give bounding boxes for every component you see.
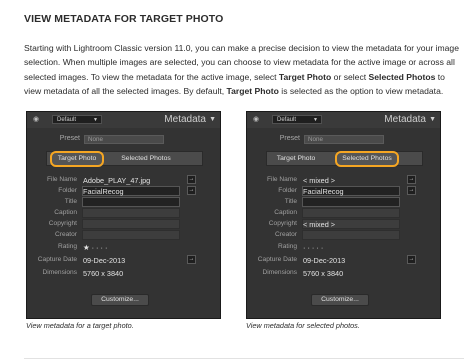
metadata-field[interactable] <box>82 219 180 229</box>
action-arrow-icon[interactable]: → <box>187 175 196 184</box>
metadata-label: Title <box>284 198 297 205</box>
view-mode-tabs: Target Photo Selected Photos <box>266 151 423 167</box>
figure-caption: View metadata for selected photos. <box>246 321 360 330</box>
eye-icon[interactable]: ◉ <box>253 116 263 124</box>
paragraph-bold: Target Photo <box>278 71 332 82</box>
metadata-row: Creator <box>247 230 440 242</box>
action-arrow-icon[interactable]: → <box>187 186 196 195</box>
intro-paragraph: Starting with Lightroom Classic version … <box>24 41 464 98</box>
metadata-label: Rating <box>277 243 297 250</box>
metadata-value: 09-Dec-2013 <box>83 256 126 265</box>
metadata-label: Creator <box>275 231 297 238</box>
chevron-down-icon: ▼ <box>313 117 318 123</box>
header-preset-select[interactable]: Default ▼ <box>52 115 102 124</box>
figure-caption: View metadata for a target photo. <box>26 321 134 330</box>
metadata-label: Copyright <box>268 220 297 227</box>
metadata-row: Dimensions 5760 x 3840 <box>247 269 440 280</box>
metadata-value: < mixed > <box>303 176 336 185</box>
metadata-field[interactable] <box>302 230 400 240</box>
metadata-label: Dimensions <box>42 269 77 276</box>
header-preset-value: Default <box>57 117 77 123</box>
paragraph-bold: Selected Photos <box>368 71 436 82</box>
metadata-label: Folder <box>58 187 77 194</box>
metadata-row: Rating · · · · · <box>247 243 440 254</box>
preset-select[interactable]: None <box>304 135 384 144</box>
metadata-label: File Name <box>266 176 297 183</box>
metadata-row: Creator <box>27 230 220 242</box>
metadata-label: Capture Date <box>257 256 297 263</box>
paragraph-text: or select <box>331 71 369 82</box>
panel-header: ◉ Default ▼ Metadata ▼ <box>27 112 220 128</box>
metadata-label: File Name <box>46 176 77 183</box>
panel-title: Metadata <box>164 114 206 125</box>
customize-button[interactable]: Customize... <box>91 294 149 306</box>
action-arrow-icon[interactable]: → <box>407 186 416 195</box>
divider <box>24 358 464 359</box>
metadata-label: Copyright <box>48 220 77 227</box>
customize-button[interactable]: Customize... <box>311 294 369 306</box>
section-heading: VIEW METADATA FOR TARGET PHOTO <box>24 13 224 25</box>
metadata-field[interactable] <box>302 197 400 207</box>
metadata-value: 09-Dec-2013 <box>303 256 346 265</box>
metadata-label: Caption <box>54 209 77 216</box>
metadata-label: Rating <box>57 243 77 250</box>
metadata-value: 5760 x 3840 <box>83 269 124 278</box>
metadata-panel-selected: ◉ Default ▼ Metadata ▼ Preset None Target Photo… <box>246 111 441 319</box>
metadata-value[interactable]: < mixed > <box>303 220 335 229</box>
metadata-value: FacialRecog <box>83 187 124 196</box>
preset-label: Preset <box>59 135 80 142</box>
action-arrow-icon[interactable]: → <box>407 175 416 184</box>
metadata-label: Dimensions <box>262 269 297 276</box>
metadata-row: Capture Date 09-Dec-2013 → <box>27 255 220 267</box>
tab-selected-photos[interactable]: Selected Photos <box>335 151 399 167</box>
preset-row: Preset None <box>27 134 220 146</box>
metadata-field[interactable] <box>82 197 180 207</box>
tab-target-photo[interactable]: Target Photo <box>50 151 104 167</box>
chevron-down-icon: ▼ <box>93 117 98 123</box>
metadata-field[interactable] <box>82 208 180 218</box>
metadata-value: ★ · · · · <box>83 243 108 252</box>
action-arrow-icon[interactable]: → <box>407 255 416 264</box>
metadata-panel-target: ◉ Default ▼ Metadata ▼ Preset None Target Photo… <box>26 111 221 319</box>
metadata-row: Rating ★ · · · · <box>27 243 220 254</box>
metadata-label: Creator <box>55 231 77 238</box>
metadata-field[interactable] <box>302 208 400 218</box>
metadata-label: Folder <box>278 187 297 194</box>
collapse-triangle-icon[interactable]: ▼ <box>209 116 216 123</box>
paragraph-bold: Target Photo <box>226 85 279 96</box>
view-mode-tabs: Target Photo Selected Photos <box>46 151 203 167</box>
header-preset-select[interactable]: Default ▼ <box>272 115 322 124</box>
metadata-label: Title <box>64 198 77 205</box>
preset-row: Preset None <box>247 134 440 146</box>
preset-select[interactable]: None <box>84 135 164 144</box>
metadata-field[interactable] <box>82 230 180 240</box>
metadata-label: Caption <box>274 209 297 216</box>
collapse-triangle-icon[interactable]: ▼ <box>429 116 436 123</box>
panel-header: ◉ Default ▼ Metadata ▼ <box>247 112 440 128</box>
metadata-row: Capture Date 09-Dec-2013 → <box>247 255 440 267</box>
metadata-value: · · · · · <box>303 243 324 252</box>
paragraph-text: is selected as the option to view metada… <box>278 85 444 96</box>
metadata-row: Dimensions 5760 x 3840 <box>27 269 220 280</box>
metadata-value: 5760 x 3840 <box>303 269 344 278</box>
action-arrow-icon[interactable]: → <box>187 255 196 264</box>
metadata-value: Adobe_PLAY_47.jpg <box>83 176 151 185</box>
header-preset-value: Default <box>277 117 297 123</box>
tab-target-photo[interactable]: Target Photo <box>272 153 320 164</box>
metadata-value: FacialRecog <box>303 187 344 196</box>
metadata-label: Capture Date <box>37 256 77 263</box>
tab-selected-photos[interactable]: Selected Photos <box>117 153 175 164</box>
preset-label: Preset <box>279 135 300 142</box>
panel-title: Metadata <box>384 114 426 125</box>
eye-icon[interactable]: ◉ <box>33 116 43 124</box>
